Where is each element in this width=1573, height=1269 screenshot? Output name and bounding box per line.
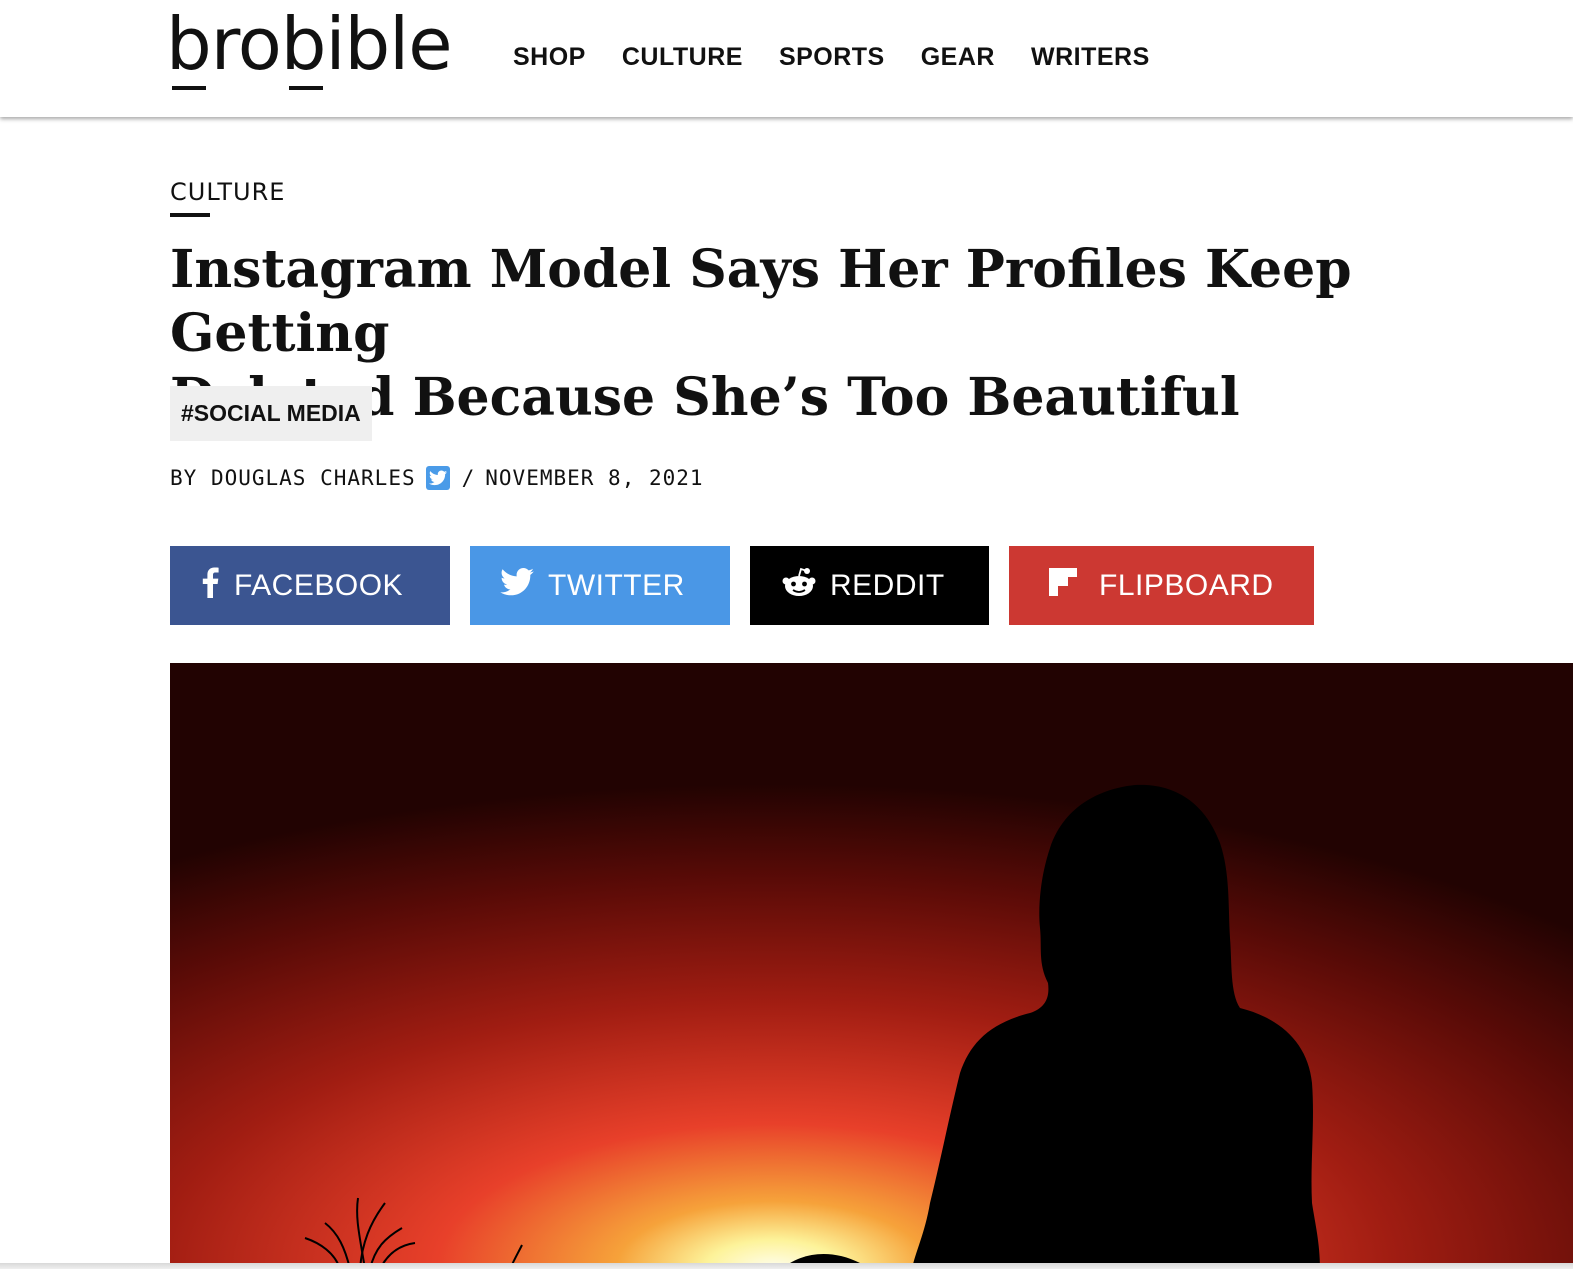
nav-item-shop[interactable]: SHOP xyxy=(513,43,586,72)
twitter-icon xyxy=(500,567,534,604)
bottom-divider xyxy=(0,1263,1573,1269)
byline: BY DOUGLAS CHARLES / NOVEMBER 8, 2021 xyxy=(170,466,704,490)
tag-social-media[interactable]: #SOCIAL MEDIA xyxy=(170,386,372,441)
site-logo[interactable]: brobible xyxy=(166,8,452,80)
share-flipboard-button[interactable]: FLIPBOARD xyxy=(1009,546,1314,625)
share-reddit-label: REDDIT xyxy=(830,568,945,602)
category-underline xyxy=(170,213,210,217)
share-facebook-label: FACEBOOK xyxy=(234,568,404,602)
hero-image xyxy=(170,663,1573,1269)
share-facebook-button[interactable]: FACEBOOK xyxy=(170,546,450,625)
byline-separator: / xyxy=(461,466,476,490)
share-twitter-label: TWITTER xyxy=(548,568,685,602)
flipboard-icon xyxy=(1049,567,1077,604)
nav-item-gear[interactable]: GEAR xyxy=(921,43,995,72)
facebook-icon xyxy=(200,566,220,606)
category-link[interactable]: CULTURE xyxy=(170,178,285,206)
site-header: brobible SHOP CULTURE SPORTS GEAR WRITER… xyxy=(0,0,1573,117)
publish-date: NOVEMBER 8, 2021 xyxy=(485,466,704,490)
author-link[interactable]: DOUGLAS CHARLES xyxy=(211,466,416,490)
headline-line-1: Instagram Model Says Her Profiles Keep G… xyxy=(170,239,1352,364)
logo-underline xyxy=(172,86,206,90)
nav-item-culture[interactable]: CULTURE xyxy=(622,43,743,72)
share-twitter-button[interactable]: TWITTER xyxy=(470,546,730,625)
share-reddit-button[interactable]: REDDIT xyxy=(750,546,989,625)
share-flipboard-label: FLIPBOARD xyxy=(1099,568,1274,602)
nav-item-sports[interactable]: SPORTS xyxy=(779,43,885,72)
reddit-icon xyxy=(782,567,816,605)
author-twitter-icon[interactable] xyxy=(425,466,450,490)
byline-prefix: BY xyxy=(170,466,198,490)
nav-item-writers[interactable]: WRITERS xyxy=(1031,43,1150,72)
main-nav: SHOP CULTURE SPORTS GEAR WRITERS xyxy=(513,43,1150,72)
logo-underline xyxy=(289,86,323,90)
